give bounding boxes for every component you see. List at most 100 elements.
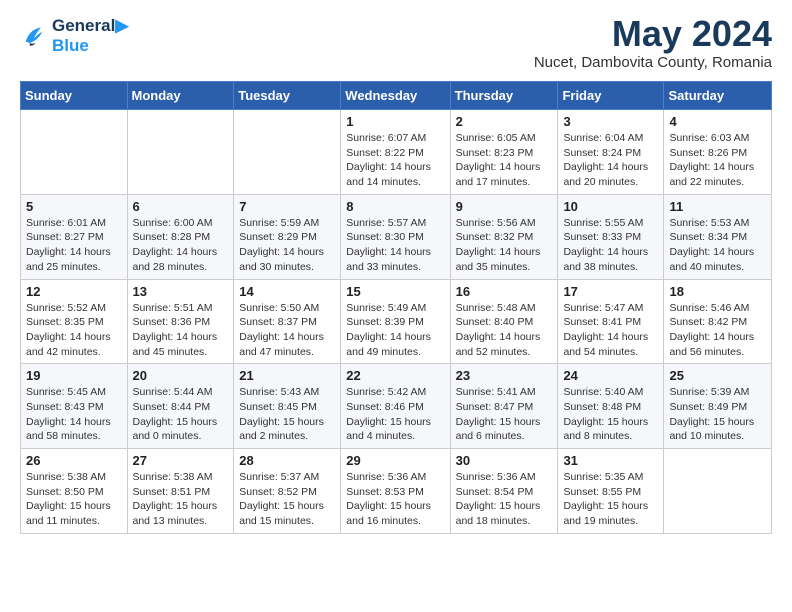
- table-row: 13Sunrise: 5:51 AM Sunset: 8:36 PM Dayli…: [127, 279, 234, 364]
- day-number: 30: [456, 453, 553, 468]
- day-info: Sunrise: 5:47 AM Sunset: 8:41 PM Dayligh…: [563, 301, 658, 360]
- page: General▶ Blue May 2024 Nucet, Dambovita …: [0, 0, 792, 554]
- day-number: 15: [346, 284, 444, 299]
- header-sunday: Sunday: [21, 82, 128, 110]
- table-row: 7 Sunrise: 5:59 AM Sunset: 8:29 PM Daylig…: [234, 194, 341, 279]
- logo-icon: [20, 22, 48, 50]
- table-row: 14 Sunrise: 5:50 AM Sunset: 8:37 PM Dayli…: [234, 279, 341, 364]
- table-row: 8Sunrise: 5:57 AM Sunset: 8:30 PM Daylig…: [341, 194, 450, 279]
- day-info: Sunrise: 5:55 AM Sunset: 8:33 PM Dayligh…: [563, 216, 658, 275]
- day-info: Sunrise: 6:01 AM Sunset: 8:27 PM Dayligh…: [26, 216, 122, 275]
- day-number: 7: [239, 199, 335, 214]
- day-info: Sunrise: 5:40 AM Sunset: 8:48 PM Dayligh…: [563, 385, 658, 444]
- table-row: [234, 110, 341, 195]
- day-info: Sunrise: 5:45 AM Sunset: 8:43 PM Dayligh…: [26, 385, 122, 444]
- table-row: 2 Sunrise: 6:05 AM Sunset: 8:23 PM Daylig…: [450, 110, 558, 195]
- day-info: Sunrise: 5:44 AM Sunset: 8:44 PM Dayligh…: [133, 385, 229, 444]
- day-info: Sunrise: 5:37 AM Sunset: 8:52 PM Dayligh…: [239, 470, 335, 529]
- table-row: 27Sunrise: 5:38 AM Sunset: 8:51 PM Dayli…: [127, 449, 234, 534]
- location: Nucet, Dambovita County, Romania: [534, 54, 772, 71]
- day-number: 29: [346, 453, 444, 468]
- day-number: 22: [346, 368, 444, 383]
- header: General▶ Blue May 2024 Nucet, Dambovita …: [20, 16, 772, 71]
- day-number: 4: [669, 114, 766, 129]
- day-number: 31: [563, 453, 658, 468]
- day-number: 6: [133, 199, 229, 214]
- table-row: 18 Sunrise: 5:46 AM Sunset: 8:42 PM Dayli…: [664, 279, 772, 364]
- table-row: 22Sunrise: 5:42 AM Sunset: 8:46 PM Dayli…: [341, 364, 450, 449]
- day-number: 21: [239, 368, 335, 383]
- table-row: 30 Sunrise: 5:36 AM Sunset: 8:54 PM Dayli…: [450, 449, 558, 534]
- table-row: [664, 449, 772, 534]
- day-info: Sunrise: 5:46 AM Sunset: 8:42 PM Dayligh…: [669, 301, 766, 360]
- day-number: 20: [133, 368, 229, 383]
- day-info: Sunrise: 5:56 AM Sunset: 8:32 PM Dayligh…: [456, 216, 553, 275]
- calendar-week-row: 19 Sunrise: 5:45 AM Sunset: 8:43 PM Dayli…: [21, 364, 772, 449]
- day-number: 2: [456, 114, 553, 129]
- table-row: 10 Sunrise: 5:55 AM Sunset: 8:33 PM Dayli…: [558, 194, 664, 279]
- day-info: Sunrise: 6:07 AM Sunset: 8:22 PM Dayligh…: [346, 131, 444, 190]
- day-info: Sunrise: 5:35 AM Sunset: 8:55 PM Dayligh…: [563, 470, 658, 529]
- day-info: Sunrise: 5:43 AM Sunset: 8:45 PM Dayligh…: [239, 385, 335, 444]
- day-number: 8: [346, 199, 444, 214]
- day-number: 25: [669, 368, 766, 383]
- table-row: 28 Sunrise: 5:37 AM Sunset: 8:52 PM Dayli…: [234, 449, 341, 534]
- day-info: Sunrise: 5:50 AM Sunset: 8:37 PM Dayligh…: [239, 301, 335, 360]
- day-number: 14: [239, 284, 335, 299]
- calendar-week-row: 5 Sunrise: 6:01 AM Sunset: 8:27 PM Daylig…: [21, 194, 772, 279]
- day-number: 10: [563, 199, 658, 214]
- table-row: 12Sunrise: 5:52 AM Sunset: 8:35 PM Dayli…: [21, 279, 128, 364]
- day-number: 1: [346, 114, 444, 129]
- header-friday: Friday: [558, 82, 664, 110]
- day-info: Sunrise: 5:53 AM Sunset: 8:34 PM Dayligh…: [669, 216, 766, 275]
- table-row: 29 Sunrise: 5:36 AM Sunset: 8:53 PM Dayli…: [341, 449, 450, 534]
- day-info: Sunrise: 6:05 AM Sunset: 8:23 PM Dayligh…: [456, 131, 553, 190]
- header-wednesday: Wednesday: [341, 82, 450, 110]
- day-number: 11: [669, 199, 766, 214]
- table-row: 15 Sunrise: 5:49 AM Sunset: 8:39 PM Dayli…: [341, 279, 450, 364]
- month-title: May 2024: [534, 16, 772, 52]
- day-number: 19: [26, 368, 122, 383]
- logo: General▶ Blue: [20, 16, 128, 56]
- table-row: 3 Sunrise: 6:04 AM Sunset: 8:24 PM Daylig…: [558, 110, 664, 195]
- table-row: 11 Sunrise: 5:53 AM Sunset: 8:34 PM Dayli…: [664, 194, 772, 279]
- day-number: 9: [456, 199, 553, 214]
- day-info: Sunrise: 5:41 AM Sunset: 8:47 PM Dayligh…: [456, 385, 553, 444]
- table-row: 21 Sunrise: 5:43 AM Sunset: 8:45 PM Dayli…: [234, 364, 341, 449]
- day-info: Sunrise: 5:52 AM Sunset: 8:35 PM Dayligh…: [26, 301, 122, 360]
- day-info: Sunrise: 5:36 AM Sunset: 8:54 PM Dayligh…: [456, 470, 553, 529]
- logo-text: General▶ Blue: [52, 16, 128, 56]
- day-number: 5: [26, 199, 122, 214]
- title-block: May 2024 Nucet, Dambovita County, Romani…: [534, 16, 772, 71]
- calendar-header-row: Sunday Monday Tuesday Wednesday Thursday…: [21, 82, 772, 110]
- calendar-week-row: 26Sunrise: 5:38 AM Sunset: 8:50 PM Dayli…: [21, 449, 772, 534]
- table-row: 17 Sunrise: 5:47 AM Sunset: 8:41 PM Dayli…: [558, 279, 664, 364]
- day-number: 28: [239, 453, 335, 468]
- table-row: 6 Sunrise: 6:00 AM Sunset: 8:28 PM Daylig…: [127, 194, 234, 279]
- table-row: 1 Sunrise: 6:07 AM Sunset: 8:22 PM Daylig…: [341, 110, 450, 195]
- day-number: 23: [456, 368, 553, 383]
- day-number: 16: [456, 284, 553, 299]
- header-tuesday: Tuesday: [234, 82, 341, 110]
- header-monday: Monday: [127, 82, 234, 110]
- table-row: 23 Sunrise: 5:41 AM Sunset: 8:47 PM Dayli…: [450, 364, 558, 449]
- day-number: 18: [669, 284, 766, 299]
- day-info: Sunrise: 6:04 AM Sunset: 8:24 PM Dayligh…: [563, 131, 658, 190]
- day-number: 17: [563, 284, 658, 299]
- table-row: 25 Sunrise: 5:39 AM Sunset: 8:49 PM Dayli…: [664, 364, 772, 449]
- table-row: 19 Sunrise: 5:45 AM Sunset: 8:43 PM Dayli…: [21, 364, 128, 449]
- calendar-week-row: 12Sunrise: 5:52 AM Sunset: 8:35 PM Dayli…: [21, 279, 772, 364]
- day-number: 3: [563, 114, 658, 129]
- calendar-table: Sunday Monday Tuesday Wednesday Thursday…: [20, 81, 772, 534]
- day-info: Sunrise: 6:00 AM Sunset: 8:28 PM Dayligh…: [133, 216, 229, 275]
- day-number: 13: [133, 284, 229, 299]
- day-info: Sunrise: 5:36 AM Sunset: 8:53 PM Dayligh…: [346, 470, 444, 529]
- table-row: 31 Sunrise: 5:35 AM Sunset: 8:55 PM Dayli…: [558, 449, 664, 534]
- day-info: Sunrise: 5:39 AM Sunset: 8:49 PM Dayligh…: [669, 385, 766, 444]
- day-number: 24: [563, 368, 658, 383]
- day-info: Sunrise: 5:59 AM Sunset: 8:29 PM Dayligh…: [239, 216, 335, 275]
- table-row: [127, 110, 234, 195]
- day-info: Sunrise: 5:49 AM Sunset: 8:39 PM Dayligh…: [346, 301, 444, 360]
- table-row: 20 Sunrise: 5:44 AM Sunset: 8:44 PM Dayli…: [127, 364, 234, 449]
- header-saturday: Saturday: [664, 82, 772, 110]
